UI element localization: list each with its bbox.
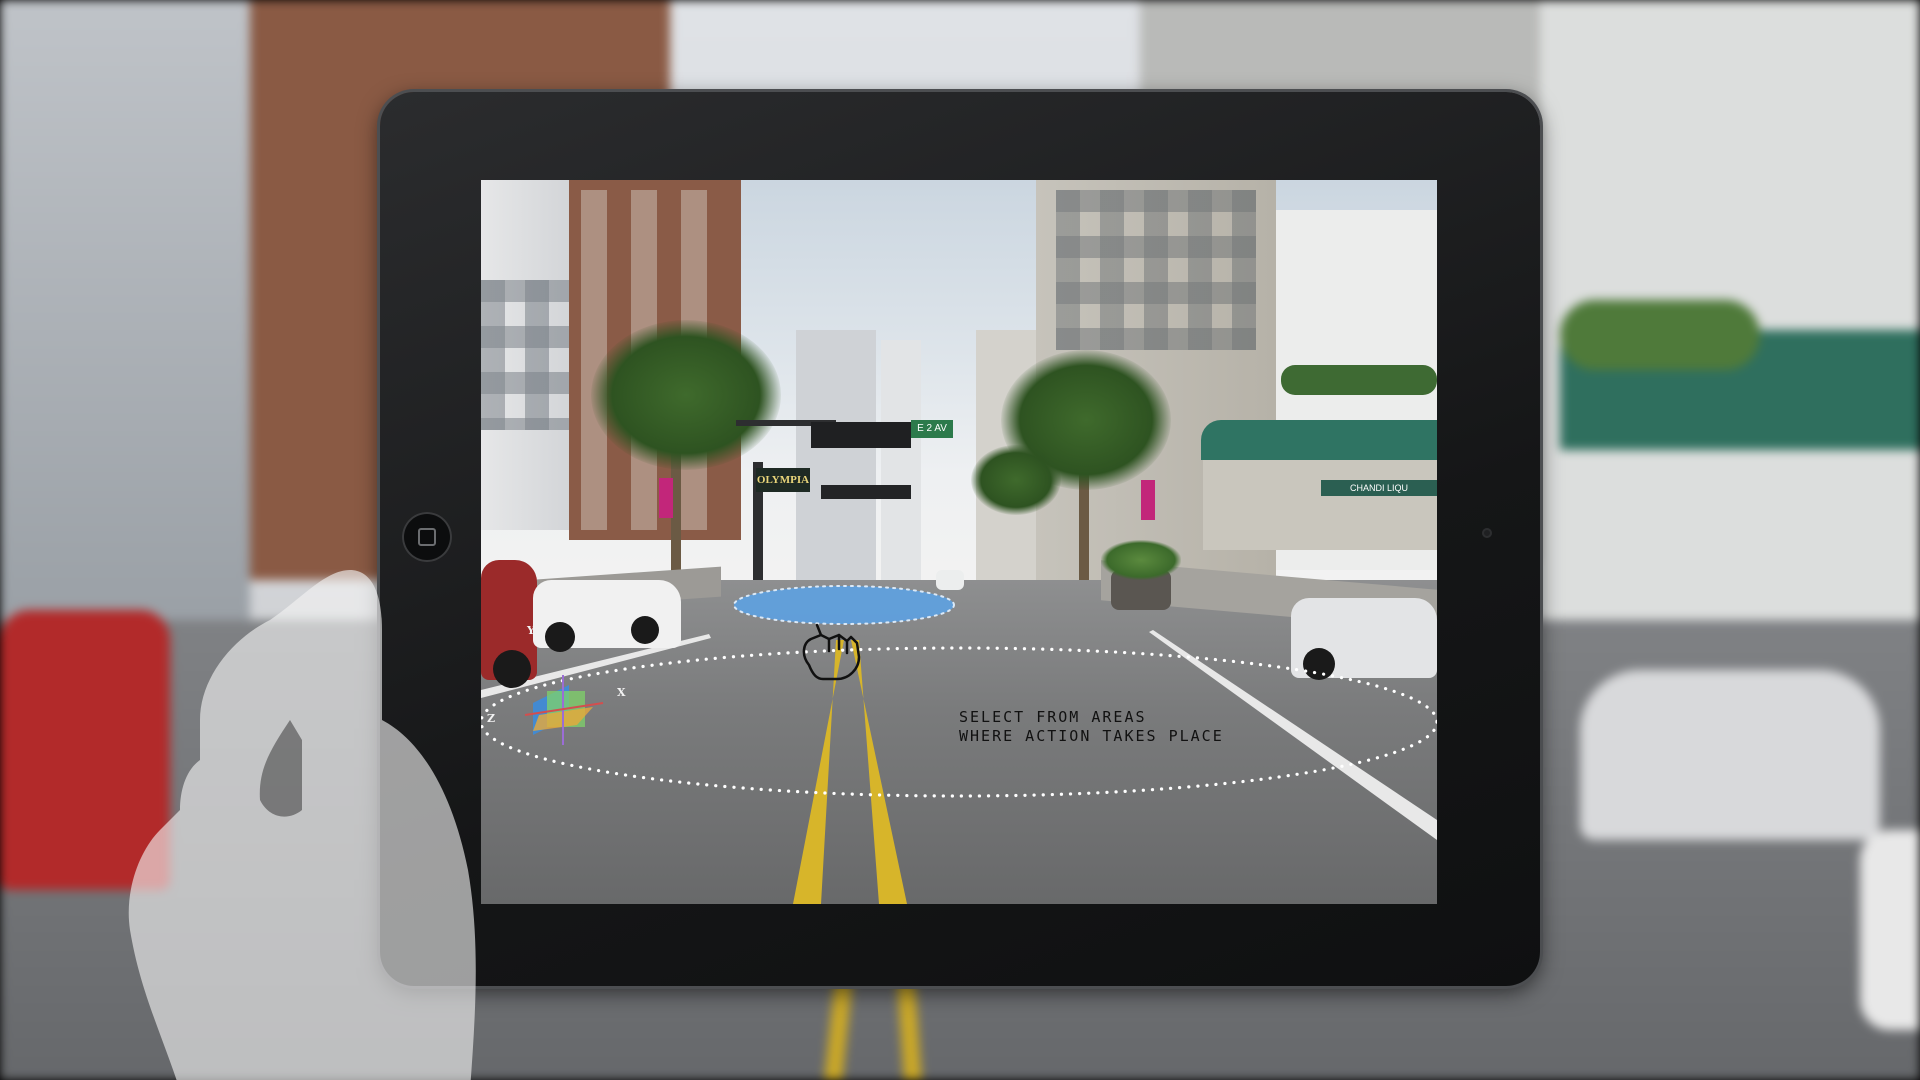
ar-camera-view[interactable]: E 2 AV OLYMPIA CHANDI LIQU Y X Z SELECT … [481, 180, 1437, 904]
axis-label-y: Y [527, 624, 535, 637]
instruction-text: SELECT FROM AREAS WHERE ACTION TAKES PLA… [959, 708, 1224, 746]
front-camera [1482, 528, 1492, 538]
background-building-left [0, 0, 250, 620]
background-car-edge [1860, 830, 1920, 1030]
background-white-car [1580, 670, 1880, 840]
3d-axis-gizmo-icon [524, 675, 604, 745]
target-zone-ellipse[interactable] [733, 585, 955, 625]
ar-overlay: Y X Z SELECT FROM AREAS WHERE ACTION TAK… [481, 180, 1437, 904]
background-trees [1560, 300, 1760, 370]
home-button[interactable] [402, 512, 452, 562]
hand-silhouette [128, 570, 476, 1080]
instruction-line-2: WHERE ACTION TAKES PLACE [959, 727, 1224, 745]
tap-hand-icon [802, 623, 861, 681]
ipad-device: E 2 AV OLYMPIA CHANDI LIQU Y X Z SELECT … [380, 92, 1540, 986]
home-square-icon [418, 528, 436, 546]
axis-label-z: Z [487, 712, 496, 725]
ar-overlay-graphics [481, 585, 1437, 798]
axis-label-x: X [617, 686, 626, 699]
holding-hand [128, 570, 476, 1080]
instruction-line-1: SELECT FROM AREAS [959, 708, 1147, 726]
